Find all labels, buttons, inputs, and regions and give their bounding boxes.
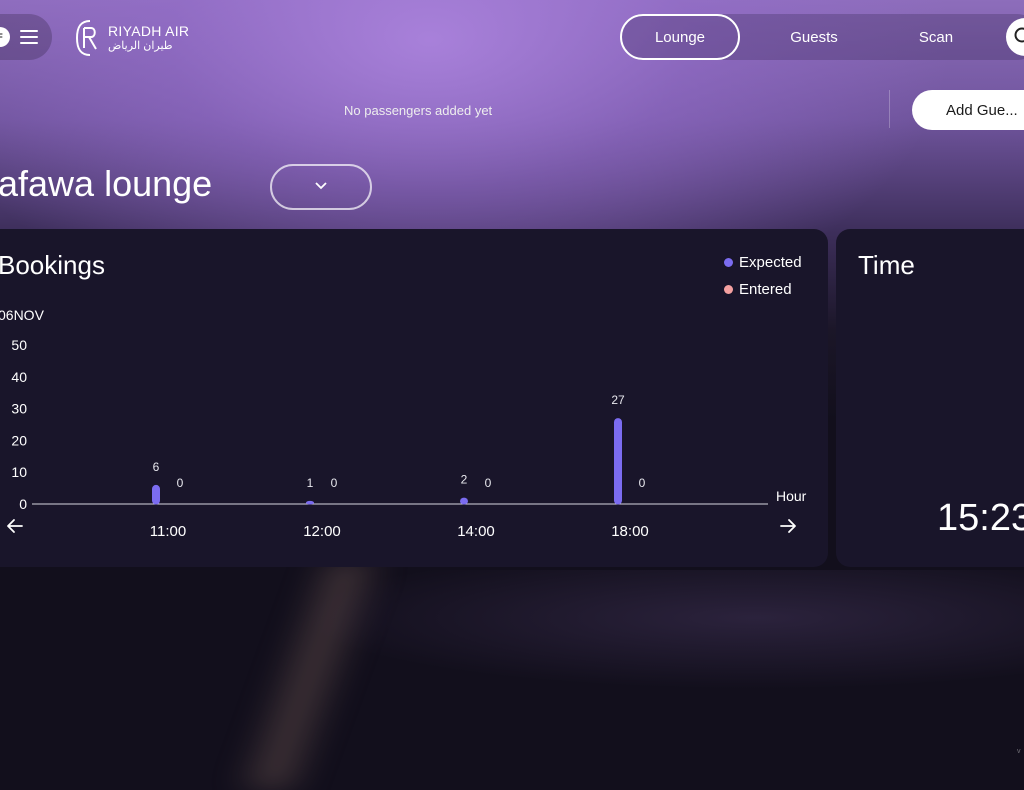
y-tick-label: 30 bbox=[11, 401, 27, 417]
data-label-entered: 0 bbox=[331, 476, 338, 490]
logo-name-ar: طيران الرياض bbox=[108, 41, 189, 52]
logo-name-en: RIYADH AIR bbox=[108, 24, 189, 38]
riyadh-air-emblem-icon bbox=[74, 18, 102, 58]
data-label-expected: 27 bbox=[611, 393, 625, 407]
y-tick-label: 20 bbox=[11, 432, 27, 448]
tab-guests[interactable]: Guests bbox=[760, 14, 868, 60]
data-label-expected: 6 bbox=[153, 460, 160, 474]
data-label-expected: 2 bbox=[461, 473, 468, 487]
data-label-entered: 0 bbox=[485, 476, 492, 490]
bar-expected bbox=[460, 498, 468, 505]
search-icon bbox=[1006, 18, 1024, 56]
no-passengers-text: No passengers added yet bbox=[344, 103, 492, 118]
current-time: 15:23 bbox=[937, 497, 1024, 540]
time-title: Time bbox=[858, 250, 915, 281]
divider bbox=[889, 90, 890, 128]
x-tick-label: 12:00 bbox=[303, 523, 341, 540]
data-label-entered: 0 bbox=[177, 476, 184, 490]
bookings-chart: 01020304050Hour11:006012:001014:002018:0… bbox=[0, 230, 830, 560]
lounge-title: lafawa lounge bbox=[0, 163, 212, 205]
y-tick-label: 0 bbox=[19, 496, 27, 512]
x-tick-label: 11:00 bbox=[150, 523, 186, 540]
x-axis-label: Hour bbox=[776, 488, 807, 504]
background-glow bbox=[300, 570, 1024, 690]
lounge-selector-dropdown[interactable] bbox=[270, 164, 372, 210]
x-tick-label: 18:00 bbox=[611, 523, 649, 540]
corner-text: v bbox=[1017, 748, 1021, 755]
y-tick-label: 50 bbox=[11, 337, 27, 353]
x-tick-label: 14:00 bbox=[457, 523, 495, 540]
data-label-expected: 1 bbox=[307, 476, 314, 490]
search-button[interactable] bbox=[1006, 18, 1024, 56]
y-tick-label: 10 bbox=[11, 464, 27, 480]
arrow-right-icon[interactable] bbox=[781, 520, 795, 532]
bar-expected bbox=[306, 501, 314, 505]
riyadh-air-logo: RIYADH AIR طيران الرياض bbox=[74, 18, 189, 58]
tab-lounge[interactable]: Lounge bbox=[620, 14, 740, 60]
y-tick-label: 40 bbox=[11, 369, 27, 385]
arrow-left-icon[interactable] bbox=[8, 520, 22, 532]
bar-expected bbox=[152, 485, 160, 505]
hamburger-menu-icon[interactable] bbox=[20, 30, 38, 44]
add-guest-button[interactable]: Add Gue... bbox=[912, 90, 1024, 130]
tab-scan[interactable]: Scan bbox=[886, 14, 986, 60]
data-label-entered: 0 bbox=[639, 476, 646, 490]
bar-expected bbox=[614, 418, 622, 504]
chevron-down-icon bbox=[270, 164, 372, 210]
